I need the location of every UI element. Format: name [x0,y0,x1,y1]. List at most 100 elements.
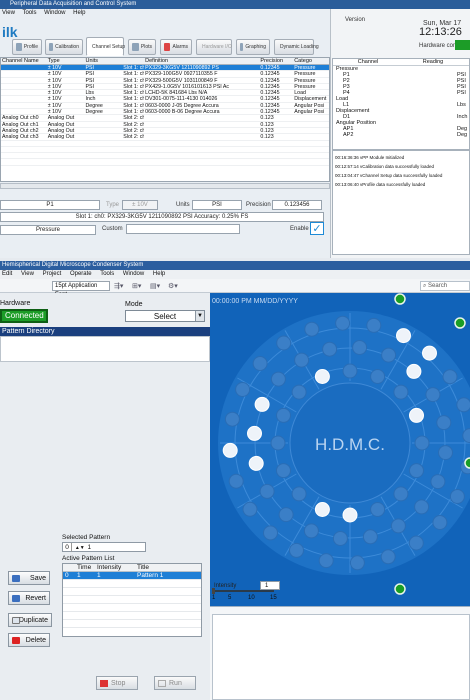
led-off[interactable] [276,335,292,351]
led-off[interactable] [408,535,424,551]
led-off[interactable] [390,518,406,534]
led-off[interactable] [291,486,307,502]
selected-pattern-index[interactable]: 0 [63,543,72,552]
grid-header-cell[interactable]: Units [84,58,122,64]
led-on[interactable] [247,425,262,441]
pattern-directory-list[interactable] [0,336,210,362]
menu-view[interactable]: View [2,10,15,16]
distribute-icon[interactable]: ⊞▾ [132,282,141,290]
grid-header-cell[interactable]: Definition [144,58,229,64]
led-off[interactable] [289,542,304,558]
led-off[interactable] [332,531,348,546]
led-off[interactable] [409,463,424,479]
led-off[interactable] [449,489,465,504]
active-pattern-list[interactable]: Time Intensity Title 0 1 1 Pattern 1 [62,563,202,637]
led-off[interactable] [278,507,294,523]
led-off[interactable] [349,555,365,571]
table-row[interactable] [63,580,201,588]
led-on[interactable] [406,363,422,379]
led-off[interactable] [393,384,409,400]
led-off[interactable] [432,515,448,530]
grid-header-cell[interactable] [122,58,144,64]
led-on[interactable] [422,345,437,361]
custom-field[interactable] [126,224,240,234]
hardware-io-tab[interactable]: Hardware I/O [196,39,232,55]
grid-header-cell[interactable]: Channel Name [1,58,47,64]
led-off[interactable] [291,384,307,400]
menu-window[interactable]: Window [44,10,65,16]
channel-name-field[interactable]: P1 [0,200,100,210]
font-select[interactable]: 15pt Application Font [52,281,110,298]
stepper-icon[interactable]: ▲▼ [74,545,86,551]
led-off[interactable] [342,363,358,379]
menu-edit[interactable]: Edit [2,271,12,277]
menu-help[interactable]: Help [73,10,85,16]
plots-tab[interactable]: Plots [128,39,156,55]
led-off[interactable] [425,387,441,403]
grid-header-cell[interactable]: Catego [293,58,329,64]
led-off[interactable] [303,523,319,539]
definition-field[interactable]: Slot 1: ch0: PX329-3KG5V 1211090892 PSI … [0,212,324,222]
table-row[interactable] [63,612,201,620]
led-off[interactable] [228,473,244,489]
led-off[interactable] [393,486,409,502]
led-off[interactable] [276,407,291,423]
tree-item[interactable]: AP2 [343,132,353,138]
event-log[interactable]: 00:16:36:36 vPP Module Initialized 00:12:… [332,150,470,255]
table-row[interactable] [63,588,201,596]
grid-header-cell[interactable]: Precision [259,58,293,64]
led-off[interactable] [242,501,258,517]
category-select[interactable]: Pressure [0,225,96,235]
menu-view[interactable]: View [21,271,34,277]
mode-select[interactable]: Select ▼ [125,310,205,322]
led-off[interactable] [370,502,386,517]
revert-button[interactable]: Revert [8,591,50,605]
led-off[interactable] [442,369,458,385]
resize-icon[interactable]: ▤▾ [150,282,160,290]
enable-checkbox[interactable]: ✓ [310,222,324,235]
led-off[interactable] [224,411,240,427]
led-on[interactable] [222,442,238,458]
grid-horizontal-scrollbar[interactable] [0,183,330,189]
save-button[interactable]: Save [8,571,50,585]
led-off[interactable] [304,321,320,337]
menu-help[interactable]: Help [153,271,165,277]
channel-reading-tree[interactable]: Channel Reading Pressure P1 PSI P2 PSI P3 PSI P… [332,58,470,150]
led-off[interactable] [322,341,338,357]
led-off[interactable] [259,483,275,499]
led-off[interactable] [352,340,368,355]
stop-button[interactable]: Stop [96,676,138,690]
grid-header-cell[interactable] [230,58,260,64]
led-off[interactable] [381,347,397,363]
delete-button[interactable]: Delete [8,633,50,647]
led-off[interactable] [263,525,278,541]
precision-field[interactable]: 0.123456 [272,200,322,210]
led-on[interactable] [314,369,330,384]
chevron-down-icon[interactable]: ▼ [195,311,204,321]
units-field[interactable]: PSI [192,200,242,210]
led-off[interactable] [414,499,430,515]
condenser-led-map[interactable]: H.D.M.C. [210,293,470,606]
led-on[interactable] [248,455,264,471]
alarms-tab[interactable]: Alarms [160,39,192,55]
menu-project[interactable]: Project [43,271,62,277]
led-off[interactable] [414,435,430,451]
led-off[interactable] [362,529,378,545]
duplicate-button[interactable]: Duplicate [8,613,52,627]
led-off[interactable] [370,369,386,384]
menu-operate[interactable]: Operate [70,271,92,277]
led-on[interactable] [342,507,358,523]
led-on[interactable] [396,328,411,344]
led-off[interactable] [252,356,268,371]
led-off[interactable] [430,474,446,490]
led-off[interactable] [235,382,251,397]
channel-grid[interactable]: Channel Name Type Units Definition Precision… [0,57,330,182]
led-off[interactable] [436,415,452,431]
table-row[interactable] [63,596,201,604]
led-off[interactable] [270,435,286,451]
selected-pattern-value[interactable]: 1 [88,544,92,551]
type-field[interactable]: ± 10V [122,200,158,210]
led-on[interactable] [254,396,270,412]
menu-tools[interactable]: Tools [22,10,36,16]
table-row[interactable]: 0 1 1 Pattern 1 [63,572,201,580]
